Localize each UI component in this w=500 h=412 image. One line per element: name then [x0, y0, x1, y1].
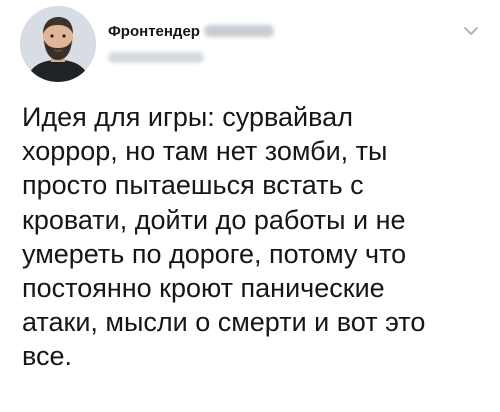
author-name-redacted	[203, 25, 274, 37]
author-name-row: Фронтендер	[108, 22, 452, 40]
tweet-text-line: все.	[22, 341, 73, 372]
tweet-text-line: кровати, дойти до работы и не	[22, 204, 406, 235]
tweet-text-line: Идея для игры: сурвайвал	[22, 102, 353, 132]
tweet-text: Идея для игры: сурвайвал хоррор, но там …	[22, 100, 490, 374]
avatar-portrait-image	[20, 6, 96, 82]
author-handle-row	[108, 50, 452, 64]
author-handle-redacted	[108, 52, 204, 63]
tweet-text-line: просто пытаешься встать с	[22, 170, 364, 201]
tweet-header: Фронтендер	[108, 22, 452, 64]
tweet-card: Фронтендер Идея для игры: сурвайвал хорр…	[0, 0, 500, 412]
chevron-down-icon[interactable]	[462, 24, 480, 38]
tweet-text-line: хоррор, но там нет зомби, ты	[22, 136, 388, 167]
tweet-text-line: постоянно кроют панические	[22, 273, 385, 304]
tweet-text-line: атаки, мысли о смерти и вот это	[22, 307, 426, 338]
author-display-name[interactable]: Фронтендер	[108, 23, 200, 40]
user-avatar-icon[interactable]	[20, 6, 96, 82]
tweet-text-line: умереть по дороге, потому что	[22, 238, 407, 269]
